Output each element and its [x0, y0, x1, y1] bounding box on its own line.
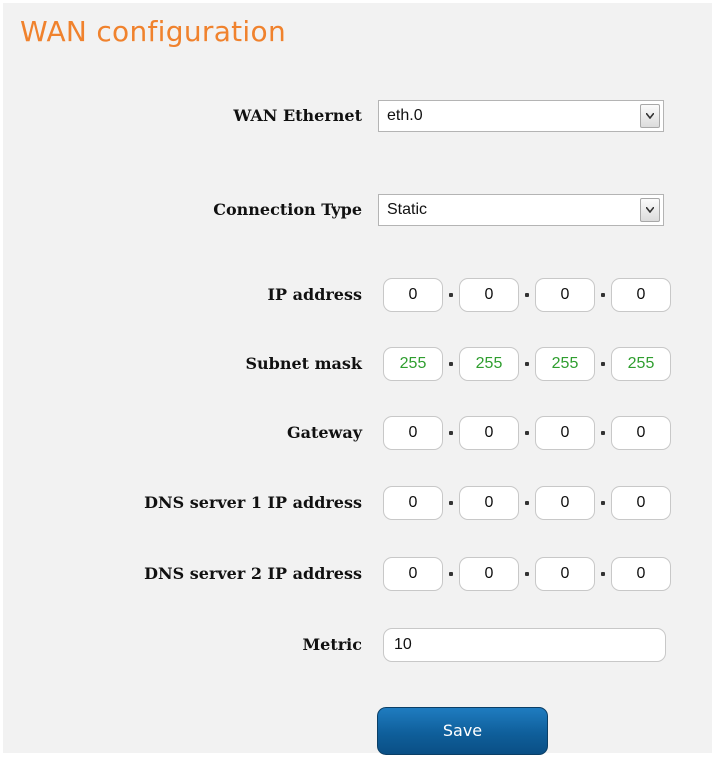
subnet-octet-1[interactable]: 255 — [383, 347, 443, 381]
octet-separator — [525, 362, 529, 366]
dns2-octet-4[interactable]: 0 — [611, 557, 671, 591]
octet-separator — [601, 293, 605, 297]
dns1-field: 0 0 0 0 — [383, 486, 671, 520]
dns2-label: DNS server 2 IP address — [144, 564, 362, 583]
ip-address-label: IP address — [267, 285, 362, 304]
octet-separator — [601, 572, 605, 576]
dns1-octet-4[interactable]: 0 — [611, 486, 671, 520]
connection-type-value: Static — [387, 201, 428, 218]
octet-separator — [601, 431, 605, 435]
octet-separator — [601, 501, 605, 505]
metric-label: Metric — [302, 635, 362, 654]
wan-config-panel: WAN configuration WAN Ethernet eth.0 Con… — [3, 3, 712, 755]
gateway-octet-1[interactable]: 0 — [383, 416, 443, 450]
chevron-down-icon[interactable] — [640, 198, 660, 222]
octet-separator — [449, 572, 453, 576]
gateway-octet-2[interactable]: 0 — [459, 416, 519, 450]
octet-separator — [449, 293, 453, 297]
gateway-label: Gateway — [286, 423, 362, 442]
subnet-octet-2[interactable]: 255 — [459, 347, 519, 381]
subnet-mask-field: 255 255 255 255 — [383, 347, 671, 381]
dns1-octet-2[interactable]: 0 — [459, 486, 519, 520]
save-button[interactable]: Save — [377, 707, 548, 755]
wan-ethernet-select[interactable]: eth.0 — [378, 100, 664, 132]
gateway-octet-4[interactable]: 0 — [611, 416, 671, 450]
octet-separator — [525, 572, 529, 576]
wan-ethernet-value: eth.0 — [387, 107, 423, 124]
page-title: WAN configuration — [20, 15, 286, 48]
octet-separator — [601, 362, 605, 366]
connection-type-select[interactable]: Static — [378, 194, 664, 226]
octet-separator — [525, 431, 529, 435]
ip-octet-1[interactable]: 0 — [383, 278, 443, 312]
dns1-octet-1[interactable]: 0 — [383, 486, 443, 520]
gateway-octet-3[interactable]: 0 — [535, 416, 595, 450]
dns2-octet-1[interactable]: 0 — [383, 557, 443, 591]
dns2-field: 0 0 0 0 — [383, 557, 671, 591]
metric-input[interactable]: 10 — [383, 628, 666, 662]
octet-separator — [449, 431, 453, 435]
octet-separator — [525, 501, 529, 505]
dns2-octet-2[interactable]: 0 — [459, 557, 519, 591]
dns2-octet-3[interactable]: 0 — [535, 557, 595, 591]
ip-octet-2[interactable]: 0 — [459, 278, 519, 312]
connection-type-label: Connection Type — [213, 200, 362, 219]
subnet-octet-4[interactable]: 255 — [611, 347, 671, 381]
ip-octet-4[interactable]: 0 — [611, 278, 671, 312]
octet-separator — [449, 501, 453, 505]
subnet-octet-3[interactable]: 255 — [535, 347, 595, 381]
chevron-down-icon[interactable] — [640, 104, 660, 128]
ip-octet-3[interactable]: 0 — [535, 278, 595, 312]
ip-address-field: 0 0 0 0 — [383, 278, 671, 312]
octet-separator — [525, 293, 529, 297]
dns1-label: DNS server 1 IP address — [144, 493, 362, 512]
subnet-mask-label: Subnet mask — [245, 354, 362, 373]
wan-ethernet-label: WAN Ethernet — [233, 106, 362, 125]
octet-separator — [449, 362, 453, 366]
dns1-octet-3[interactable]: 0 — [535, 486, 595, 520]
gateway-field: 0 0 0 0 — [383, 416, 671, 450]
